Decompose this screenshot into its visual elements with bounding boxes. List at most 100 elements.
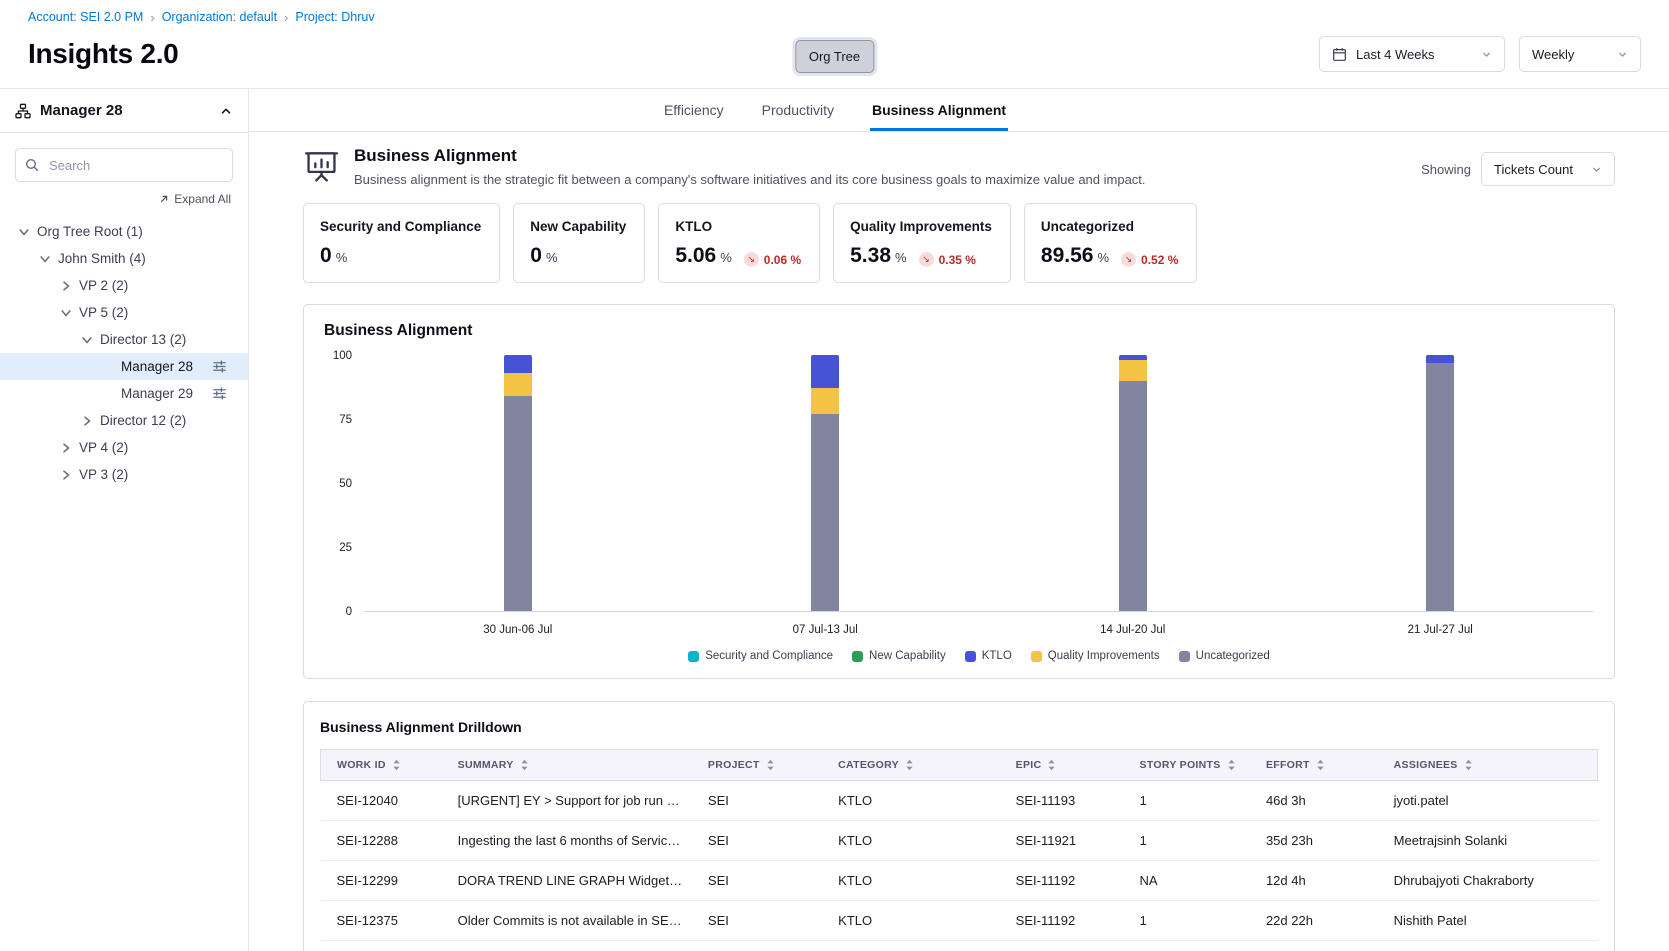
tree-item-vp-2-2[interactable]: VP 2 (2) — [0, 272, 248, 299]
date-range-dropdown[interactable]: Last 4 Weeks — [1319, 36, 1505, 72]
stat-card-unit: % — [1097, 250, 1109, 265]
sort-icon[interactable] — [392, 759, 401, 771]
breadcrumb-organization-link[interactable]: Organization: default — [162, 10, 277, 24]
bar-segment-quality-improvements[interactable] — [504, 373, 532, 396]
showing-dropdown[interactable]: Tickets Count — [1481, 152, 1615, 186]
expand-all-button[interactable]: Expand All — [17, 192, 231, 206]
showing-value: Tickets Count — [1494, 162, 1582, 177]
org-tree-button[interactable]: Org Tree — [795, 40, 874, 73]
chevron-down-icon[interactable] — [79, 333, 95, 347]
bar-14-jul-20-jul — [1119, 355, 1147, 611]
app-body: Manager 28 Expand All Org Tree Root (1)J… — [0, 88, 1669, 951]
cell-story-points: NA — [1128, 861, 1254, 901]
tree-item-director-12-2[interactable]: Director 12 (2) — [0, 407, 248, 434]
cell-work-id: SEI-12375 — [321, 901, 446, 941]
bar-30-jun-06-jul — [504, 355, 532, 611]
column-header-effort[interactable]: EFFORT — [1254, 750, 1382, 781]
legend-swatch — [1179, 651, 1190, 662]
column-header-epic[interactable]: EPIC — [1004, 750, 1128, 781]
tree-item-manager-29[interactable]: Manager 29 — [0, 380, 248, 407]
chevron-right-icon[interactable] — [58, 279, 74, 293]
y-axis-label: 0 — [346, 606, 352, 618]
bar-segment-uncategorized[interactable] — [1426, 363, 1454, 611]
chevron-down-icon[interactable] — [16, 225, 32, 239]
sort-icon[interactable] — [1227, 759, 1236, 771]
sort-icon[interactable] — [520, 759, 529, 771]
legend-item-ktlo[interactable]: KTLO — [965, 650, 1012, 662]
legend-swatch — [1031, 651, 1042, 662]
column-header-category[interactable]: CATEGORY — [826, 750, 1004, 781]
legend-swatch — [852, 651, 863, 662]
cell-epic: SEI-11192 — [1004, 901, 1128, 941]
legend-item-uncategorized[interactable]: Uncategorized — [1179, 650, 1270, 662]
legend-item-new-capability[interactable]: New Capability — [852, 650, 946, 662]
bar-segment-quality-improvements[interactable] — [1119, 360, 1147, 381]
chevron-down-icon[interactable] — [58, 306, 74, 320]
expand-icon — [158, 194, 169, 205]
trend-down-icon: ↘ — [744, 252, 759, 267]
chevron-down-icon[interactable] — [37, 252, 53, 266]
search-input[interactable] — [15, 148, 233, 182]
stat-card-new-capability: New Capability0% — [513, 203, 645, 283]
breadcrumb-account-link[interactable]: Account: SEI 2.0 PM — [28, 10, 143, 24]
bar-segment-quality-improvements[interactable] — [811, 388, 839, 414]
chart-legend: Security and Compliance New Capability KTL… — [364, 650, 1594, 662]
sort-icon[interactable] — [1464, 759, 1473, 771]
section-text: Business Alignment Business alignment is… — [354, 146, 1146, 187]
breadcrumb-project-link[interactable]: Project: Dhruv — [295, 10, 374, 24]
column-header-label: WORK ID — [337, 759, 386, 771]
tree-item-vp-4-2[interactable]: VP 4 (2) — [0, 434, 248, 461]
tree-item-director-13-2[interactable]: Director 13 (2) — [0, 326, 248, 353]
tab-business-alignment[interactable]: Business Alignment — [870, 89, 1008, 131]
column-header-summary[interactable]: SUMMARY — [446, 750, 696, 781]
bar-segment-ktlo[interactable] — [811, 355, 839, 388]
cell-effort: 46d 3h — [1254, 781, 1382, 821]
column-header-project[interactable]: PROJECT — [696, 750, 826, 781]
cell-work-id: SEI-12288 — [321, 821, 446, 861]
filters-icon[interactable] — [212, 386, 227, 401]
table-row: SEI-12040[URGENT] EY > Support for job r… — [321, 781, 1598, 821]
tree-item-john-smith-4[interactable]: John Smith (4) — [0, 245, 248, 272]
sort-icon[interactable] — [905, 759, 914, 771]
tab-productivity[interactable]: Productivity — [760, 89, 836, 131]
sort-icon[interactable] — [1047, 759, 1056, 771]
drilldown-header-row: WORK ID SUMMARYPROJECTCATEGORYEPICSTORY P… — [321, 750, 1598, 781]
bar-segment-uncategorized[interactable] — [1119, 381, 1147, 611]
y-axis-label: 75 — [339, 414, 352, 426]
legend-item-quality-improvements[interactable]: Quality Improvements — [1031, 650, 1160, 662]
stat-cards: Security and Compliance0%New Capability0… — [303, 203, 1615, 283]
stat-card-quality-improvements: Quality Improvements5.38%↘0.35 % — [833, 203, 1011, 283]
expand-all-label: Expand All — [174, 192, 231, 206]
bar-segment-ktlo[interactable] — [504, 355, 532, 373]
column-header-assignees[interactable]: ASSIGNEES — [1382, 750, 1598, 781]
tree-item-vp-5-2[interactable]: VP 5 (2) — [0, 299, 248, 326]
cell-summary: EY > Verify if ingestion is working as e… — [446, 941, 696, 951]
sort-icon[interactable] — [1316, 759, 1325, 771]
tree-item-org-tree-root-1[interactable]: Org Tree Root (1) — [0, 218, 248, 245]
tree-item-vp-3-2[interactable]: VP 3 (2) — [0, 461, 248, 488]
sidebar-header: Manager 28 — [0, 89, 248, 133]
chevron-right-icon[interactable] — [58, 441, 74, 455]
tree-item-manager-28[interactable]: Manager 28 — [0, 353, 248, 380]
cell-story-points: 1 — [1128, 901, 1254, 941]
chevron-right-icon[interactable] — [79, 414, 95, 428]
cell-story-points: 1 — [1128, 781, 1254, 821]
stat-card-label: Quality Improvements — [850, 219, 992, 234]
column-header-work-id[interactable]: WORK ID — [321, 750, 446, 781]
filters-icon[interactable] — [212, 359, 227, 374]
legend-item-security-and-compliance[interactable]: Security and Compliance — [688, 650, 833, 662]
bar-segment-uncategorized[interactable] — [811, 414, 839, 611]
tab-efficiency[interactable]: Efficiency — [662, 89, 726, 131]
stat-card-value-row: 0% — [320, 244, 481, 268]
granularity-dropdown[interactable]: Weekly — [1519, 36, 1641, 72]
bar-segment-uncategorized[interactable] — [504, 396, 532, 611]
breadcrumb-separator-icon: › — [284, 11, 288, 24]
chevron-right-icon[interactable] — [58, 468, 74, 482]
stat-card-value: 5.06 — [675, 244, 716, 268]
sort-icon[interactable] — [766, 759, 775, 771]
bar-segment-ktlo[interactable] — [1426, 355, 1454, 363]
column-header-story-points[interactable]: STORY POINTS — [1128, 750, 1254, 781]
cell-summary: [URGENT] EY > Support for job run par... — [446, 781, 696, 821]
cell-category: KTLO — [826, 941, 1004, 951]
chevron-up-icon[interactable] — [219, 104, 233, 118]
